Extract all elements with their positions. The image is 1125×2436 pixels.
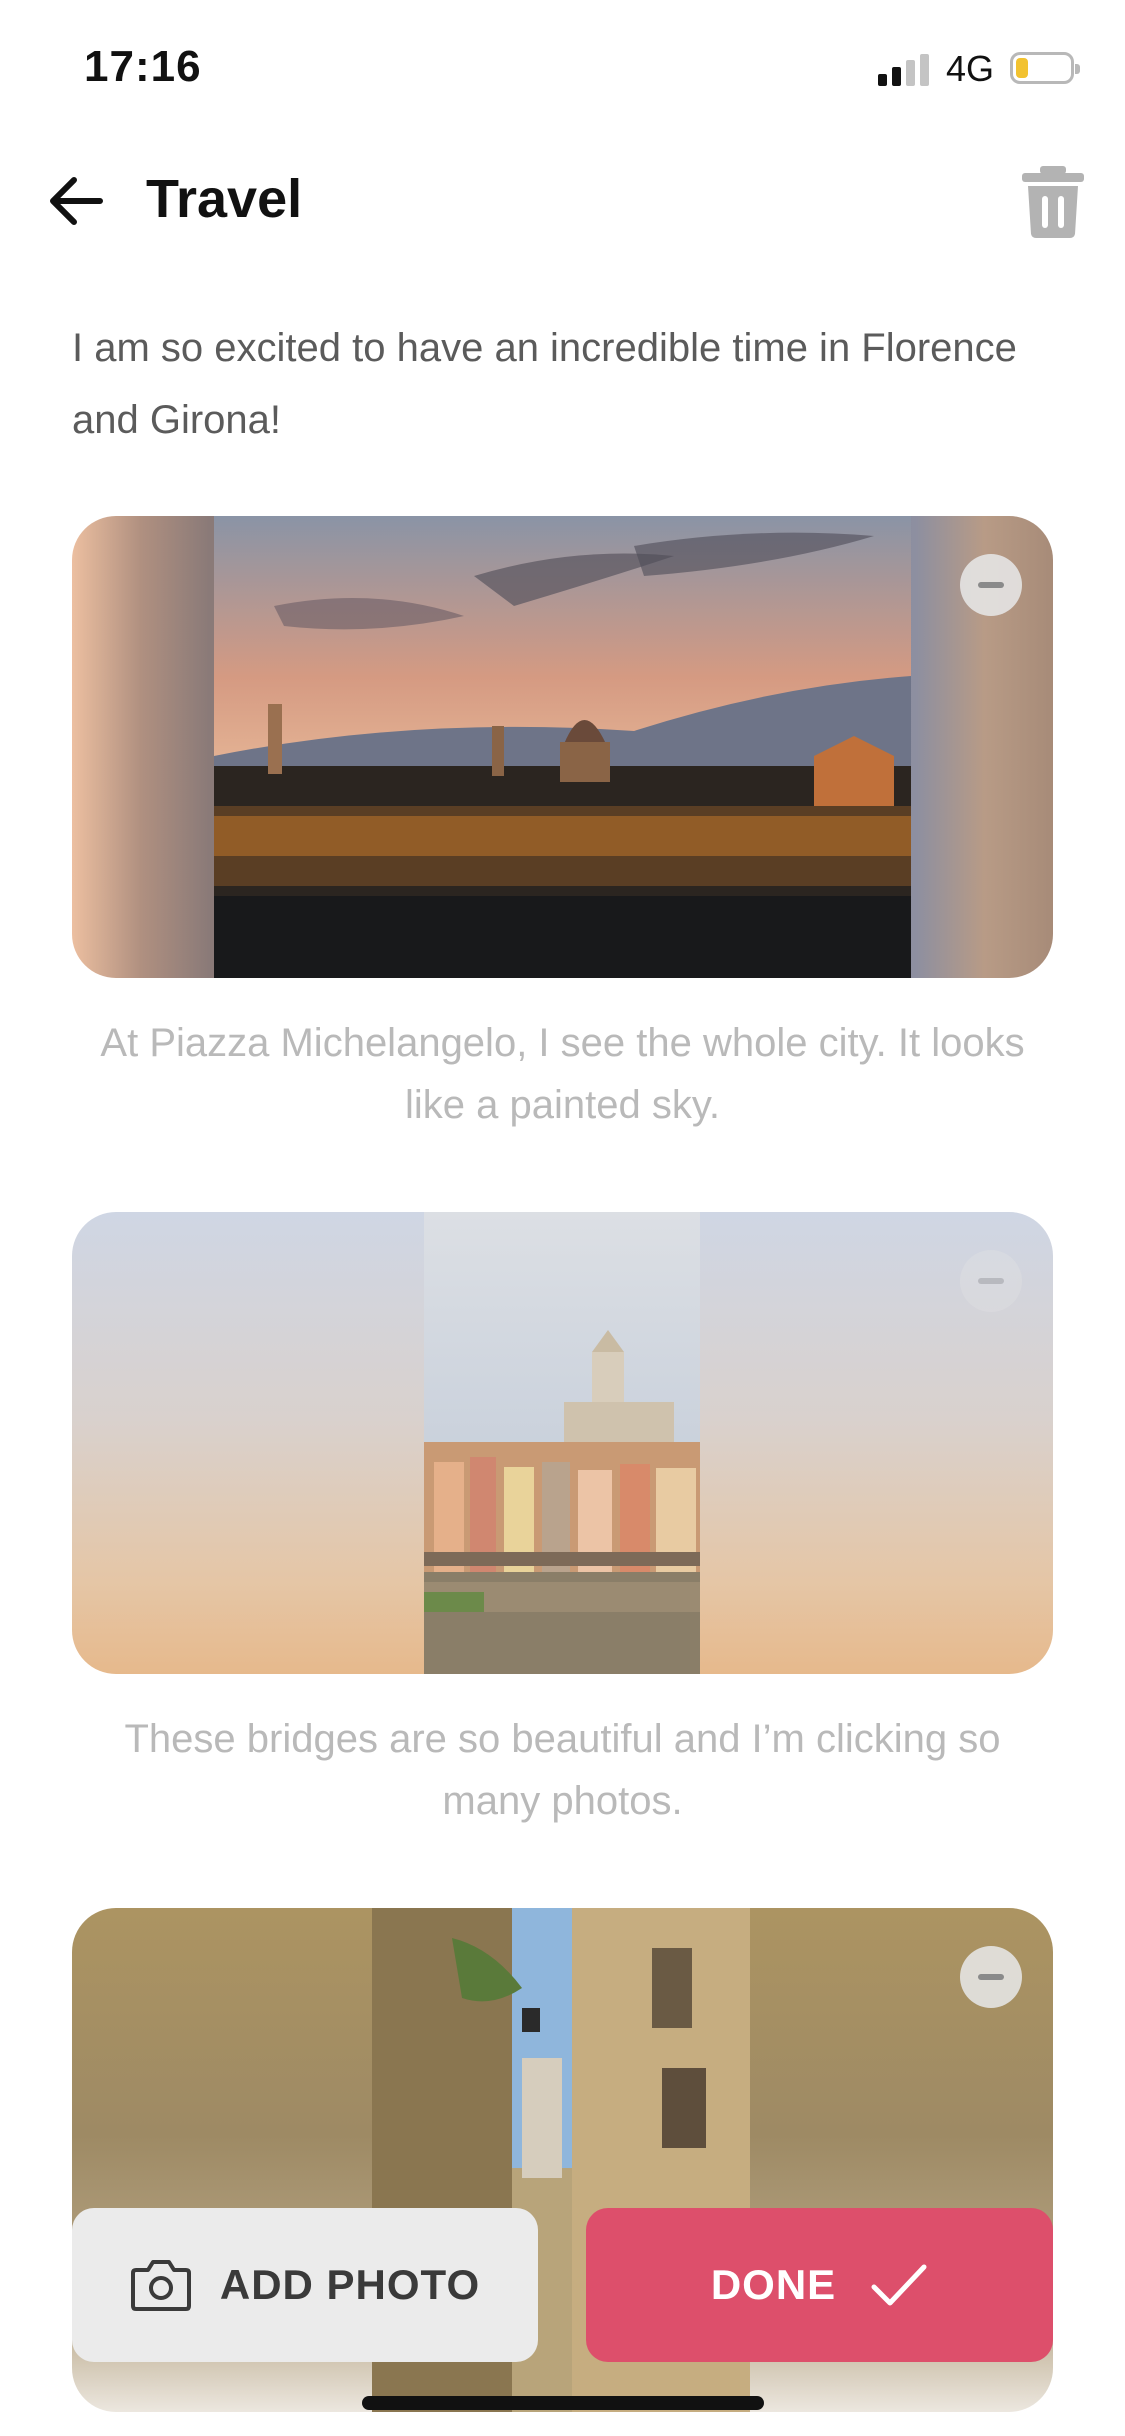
done-button[interactable]: DONE <box>586 2208 1053 2362</box>
camera-icon <box>130 2260 191 2311</box>
girona-photo <box>424 1212 700 1674</box>
remove-photo-button[interactable] <box>960 1946 1022 2008</box>
cellular-signal-icon <box>878 54 929 86</box>
remove-photo-button[interactable] <box>960 1250 1022 1312</box>
page-title: Travel <box>146 169 303 229</box>
photo-caption[interactable]: At Piazza Michelangelo, I see the whole … <box>72 1012 1053 1136</box>
add-photo-button[interactable]: ADD PHOTO <box>72 2208 538 2362</box>
battery-icon <box>1010 52 1080 84</box>
network-type: 4G <box>946 48 995 89</box>
back-arrow-icon[interactable] <box>40 166 110 236</box>
photo-caption[interactable]: These bridges are so beautiful and I’m c… <box>72 1708 1053 1832</box>
add-photo-label: ADD PHOTO <box>219 2261 481 2308</box>
status-time: 17:16 <box>84 42 202 91</box>
home-indicator[interactable] <box>362 2396 764 2410</box>
photo-card[interactable] <box>72 516 1053 978</box>
checkmark-icon <box>871 2264 927 2306</box>
trash-icon[interactable] <box>1018 164 1088 240</box>
florence-photo <box>214 516 911 978</box>
entry-intro-text: I am so excited to have an incredible ti… <box>72 326 1017 442</box>
done-label: DONE <box>710 2261 837 2308</box>
photo-card[interactable] <box>72 1212 1053 1674</box>
remove-photo-button[interactable] <box>960 554 1022 616</box>
